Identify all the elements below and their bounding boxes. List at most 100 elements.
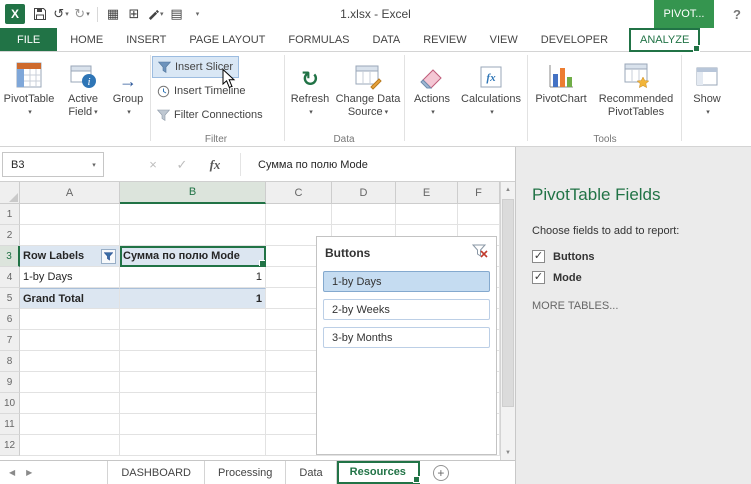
tab-page-layout[interactable]: PAGE LAYOUT [179, 28, 275, 51]
filter-connections-button[interactable]: Filter Connections [152, 104, 268, 126]
row-header-5[interactable]: 5 [0, 288, 20, 309]
row-header-1[interactable]: 1 [0, 204, 20, 225]
calculations-button[interactable]: fx Calculations ▾ [459, 54, 523, 144]
cell[interactable] [20, 225, 120, 246]
cell[interactable] [458, 204, 500, 225]
row-header-7[interactable]: 7 [0, 330, 20, 351]
cell-A3[interactable]: Row Labels [20, 246, 120, 267]
cell[interactable] [120, 372, 266, 393]
tab-home[interactable]: HOME [60, 28, 113, 51]
tab-formulas[interactable]: FORMULAS [278, 28, 359, 51]
row-header-6[interactable]: 6 [0, 309, 20, 330]
tab-review[interactable]: REVIEW [413, 28, 476, 51]
recommended-pivottables-button[interactable]: Recommended PivotTables [593, 54, 679, 144]
more-tables-link[interactable]: MORE TABLES... [532, 300, 737, 312]
cell[interactable] [20, 393, 120, 414]
sheet-tab-resources[interactable]: Resources [337, 461, 420, 484]
vertical-scrollbar[interactable]: ▲ ▼ [500, 182, 515, 460]
scroll-down-icon[interactable]: ▼ [501, 445, 515, 460]
insert-timeline-button[interactable]: Insert Timeline [152, 80, 251, 102]
cell[interactable] [20, 435, 120, 456]
cell[interactable] [120, 435, 266, 456]
column-header-b[interactable]: B [120, 182, 266, 204]
cell[interactable] [266, 204, 332, 225]
slicer-item-3-by-months[interactable]: 3-by Months [323, 327, 490, 348]
cell-A4[interactable]: 1-by Days [20, 267, 120, 288]
column-header-f[interactable]: F [458, 182, 500, 204]
cell[interactable] [120, 330, 266, 351]
cell[interactable] [332, 204, 396, 225]
scroll-up-icon[interactable]: ▲ [501, 182, 515, 197]
row-header-4[interactable]: 4 [0, 267, 20, 288]
tab-view[interactable]: VIEW [480, 28, 528, 51]
cell[interactable] [120, 204, 266, 225]
show-button[interactable]: Show ▾ [684, 54, 730, 144]
checkbox-mode[interactable]: ✓ [532, 271, 545, 284]
help-icon[interactable]: ? [733, 0, 741, 28]
insert-function-icon[interactable]: fx [203, 152, 227, 177]
slicer-buttons[interactable]: Buttons 1-by Days 2-by Weeks 3-by Months [316, 236, 497, 455]
save-button[interactable] [30, 3, 50, 25]
sheet-nav-right-icon[interactable]: ▶ [26, 468, 32, 477]
qat-draw-button[interactable]: ▾ [145, 3, 166, 25]
enter-icon[interactable]: ✓ [172, 152, 192, 177]
tab-developer[interactable]: DEVELOPER [531, 28, 618, 51]
qat-sheet-button[interactable]: ▤ [167, 3, 187, 25]
tab-analyze[interactable]: ANALYZE [629, 28, 700, 52]
clear-filter-icon[interactable] [472, 244, 488, 261]
cell[interactable] [120, 309, 266, 330]
name-box[interactable]: B3 ▾ [2, 152, 104, 177]
row-header-3[interactable]: 3 [0, 246, 20, 267]
add-sheet-icon[interactable]: + [433, 465, 449, 481]
cell-A5[interactable]: Grand Total [20, 288, 120, 309]
checkbox-buttons[interactable]: ✓ [532, 250, 545, 263]
insert-slicer-button[interactable]: Insert Slicer [152, 56, 239, 78]
cell[interactable] [20, 372, 120, 393]
cell[interactable] [20, 204, 120, 225]
cell[interactable] [20, 414, 120, 435]
excel-app-icon[interactable]: X [5, 4, 25, 24]
pivottable-tools-badge[interactable]: PIVOT... [654, 0, 714, 28]
qat-table-button[interactable]: ⊞ [124, 3, 144, 25]
cell-B4[interactable]: 1 [120, 267, 266, 288]
cell[interactable] [20, 309, 120, 330]
pivottable-button[interactable]: PivotTable ▾ [2, 54, 56, 144]
group-button[interactable]: → Group ▾ [108, 54, 148, 144]
cell[interactable] [120, 225, 266, 246]
cell[interactable] [120, 414, 266, 435]
cell[interactable] [20, 351, 120, 372]
row-header-11[interactable]: 11 [0, 414, 20, 435]
sheet-tab-data[interactable]: Data [286, 461, 336, 484]
slicer-item-1-by-days[interactable]: 1-by Days [323, 271, 490, 292]
active-field-button[interactable]: i Active Field▾ [59, 54, 107, 144]
column-header-c[interactable]: C [266, 182, 332, 204]
qat-customize-button[interactable]: ▾ [188, 3, 208, 25]
row-header-2[interactable]: 2 [0, 225, 20, 246]
cell[interactable] [396, 204, 458, 225]
qat-grid-button[interactable]: ▦ [103, 3, 123, 25]
tab-insert[interactable]: INSERT [116, 28, 176, 51]
slicer-item-2-by-weeks[interactable]: 2-by Weeks [323, 299, 490, 320]
redo-button[interactable]: ↻▾ [72, 3, 92, 25]
column-header-e[interactable]: E [396, 182, 458, 204]
field-item-buttons[interactable]: ✓ Buttons [532, 250, 737, 263]
undo-button[interactable]: ↺▾ [51, 3, 71, 25]
cell[interactable] [120, 393, 266, 414]
tab-file[interactable]: FILE [0, 28, 57, 51]
row-header-10[interactable]: 10 [0, 393, 20, 414]
row-header-12[interactable]: 12 [0, 435, 20, 456]
column-header-a[interactable]: A [20, 182, 120, 204]
actions-button[interactable]: Actions ▾ [407, 54, 457, 144]
cell-B5[interactable]: 1 [120, 288, 266, 309]
row-labels-filter-icon[interactable] [101, 249, 116, 264]
cell[interactable] [120, 351, 266, 372]
row-header-9[interactable]: 9 [0, 372, 20, 393]
formula-input[interactable]: Сумма по полю Mode [258, 147, 368, 182]
cancel-icon[interactable]: × [143, 152, 163, 177]
cell[interactable] [20, 330, 120, 351]
cell-B3[interactable]: Сумма по полю Mode [120, 246, 266, 267]
sheet-nav-left-icon[interactable]: ◀ [9, 468, 15, 477]
chevron-down-icon[interactable]: ▾ [85, 161, 103, 169]
scrollbar-thumb[interactable] [502, 199, 514, 407]
row-header-8[interactable]: 8 [0, 351, 20, 372]
